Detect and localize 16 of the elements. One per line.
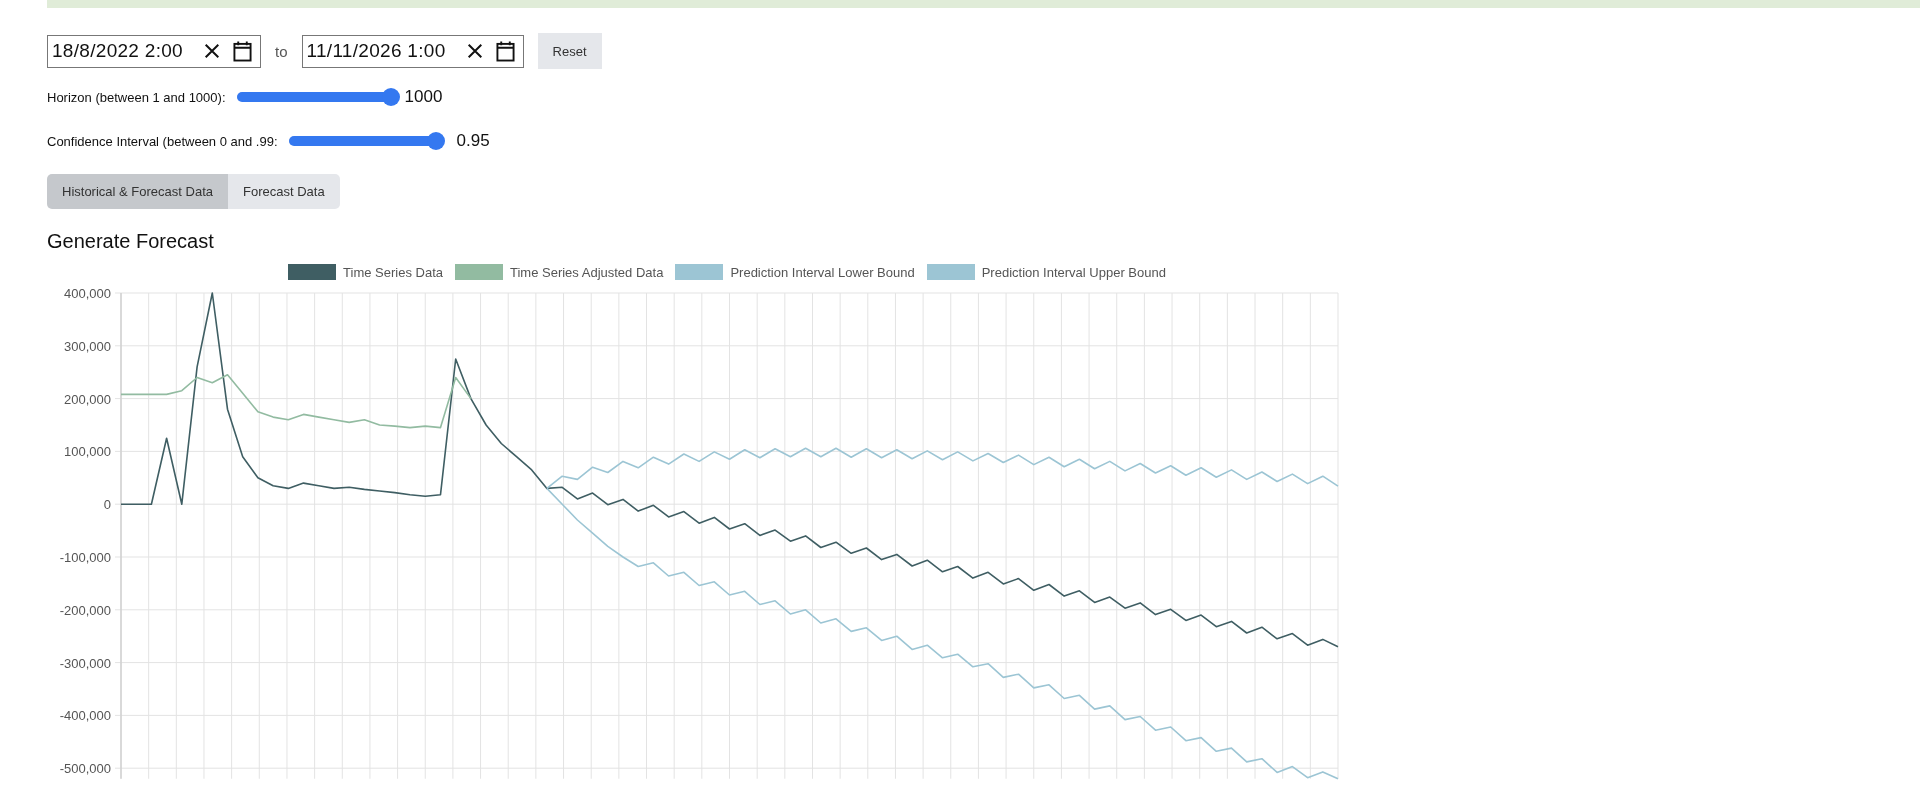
section-heading: Generate Forecast [47,229,215,253]
y-tick-label: -400,000 [59,708,111,724]
y-tick-label: -100,000 [59,550,111,565]
to-label: to [275,42,288,60]
slider-label: Confidence Interval (between 0 and .99: [47,133,278,149]
slider-value: 1000 [404,87,443,107]
slider-value: 0.95 [456,131,490,151]
y-tick-label: 400,000 [64,286,111,301]
y-tick-label: 300,000 [64,338,111,354]
y-tick-label: -200,000 [59,602,111,618]
y-tick-label: 0 [103,497,111,513]
y-tick-label: 200,000 [64,391,111,407]
y-tick-label: -500,000 [59,761,111,777]
slider-label: Horizon (between 1 and 1000): [47,89,226,105]
y-tick-label: 100,000 [64,444,111,460]
y-tick-label: -300,000 [59,655,111,671]
